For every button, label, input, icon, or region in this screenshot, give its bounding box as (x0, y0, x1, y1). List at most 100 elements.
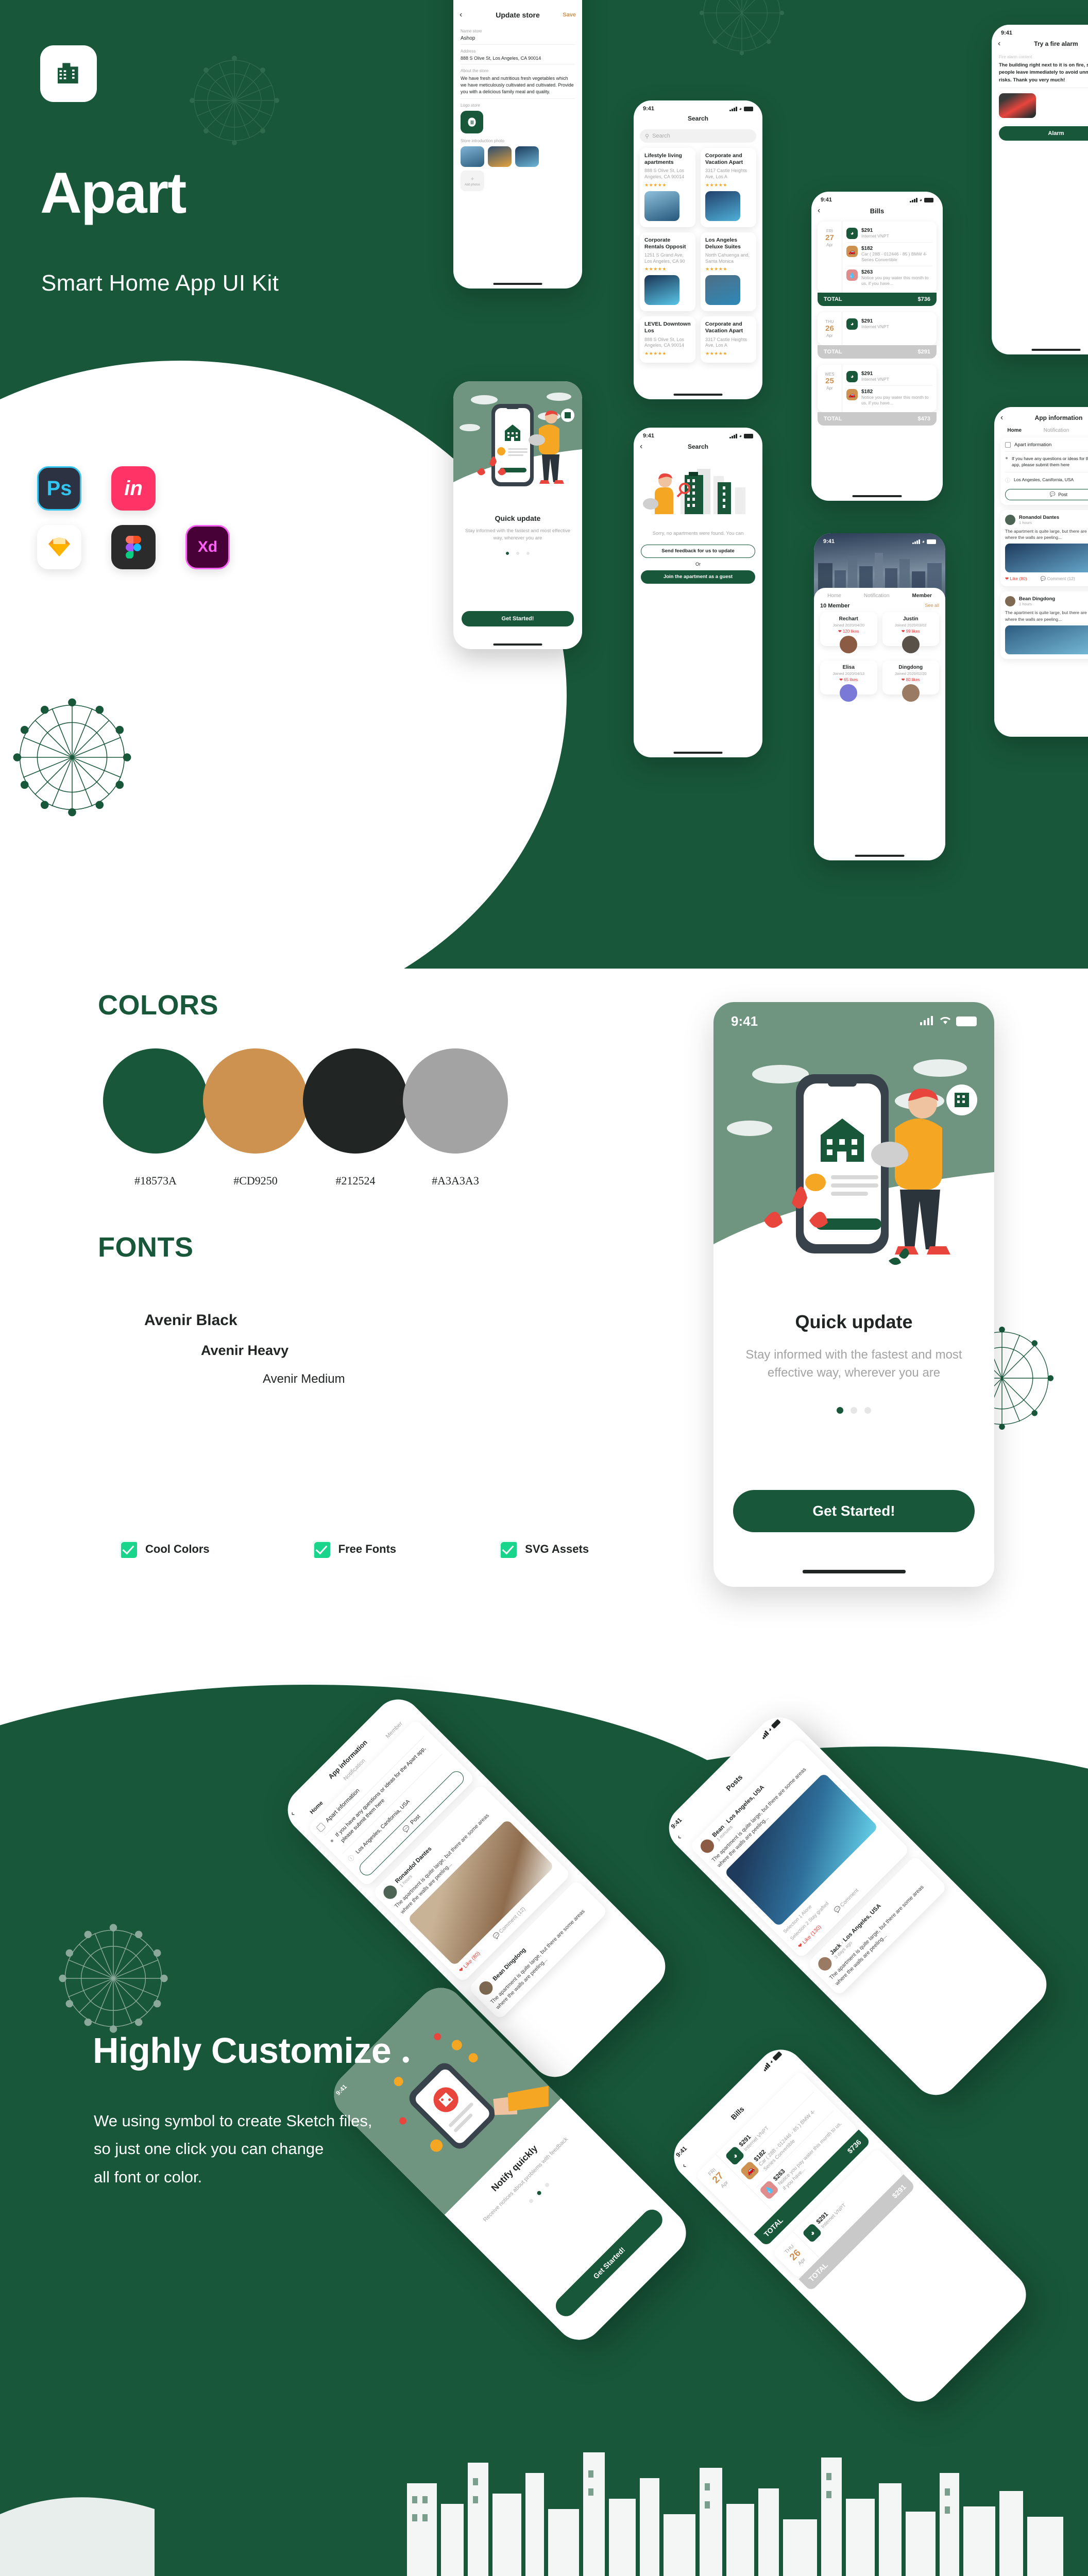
figma-icon[interactable] (111, 525, 156, 569)
checkbox-icon[interactable] (1005, 442, 1011, 448)
store-logo-icon[interactable] (461, 111, 483, 134)
comment-button[interactable]: 💬 Comment (12) (1041, 576, 1075, 582)
bill-item[interactable]: ◕ $291 Internet VNPT (846, 225, 932, 243)
member-joined: Joined 2020/04/20 (832, 623, 865, 628)
dot-active[interactable] (536, 2190, 542, 2196)
tab-notification[interactable]: Notification (1044, 428, 1069, 433)
store-photo[interactable] (515, 146, 539, 167)
sketch-icon[interactable] (37, 525, 81, 569)
bill-group: FRI 27 Apr ◕ $291 Internet VNPT 🚗 $182 C… (818, 222, 937, 293)
bill-item[interactable]: 🚗 $182 Car ( 28B - 012446 - 85 ) BMW 4-S… (846, 243, 932, 267)
feature-free-fonts: Free Fonts (312, 1540, 396, 1558)
fonts-heading: FONTS (98, 1232, 194, 1263)
apartment-card[interactable]: Los Angeles Deluxe Suites North Cahuenga… (701, 232, 756, 312)
phone-member: 9:41 ◕ Home Notification Member 10 Membe… (814, 533, 945, 860)
chevron-left-icon[interactable]: ‹ (680, 2162, 688, 2170)
chevron-left-icon[interactable]: ‹ (818, 206, 820, 215)
chevron-left-icon[interactable]: ‹ (460, 10, 462, 20)
field-label: Address (461, 49, 476, 54)
member-card[interactable]: Elisa Joined 2020/04/13 ❤ 65 likes (820, 660, 877, 702)
color-swatch: #CD9250 (203, 1048, 308, 1188)
dot[interactable] (544, 2182, 550, 2188)
tab-home[interactable]: Home (1007, 428, 1022, 433)
member-card[interactable]: Rechart Joined 2020/04/20 ❤ 120 likes (820, 612, 877, 653)
member-tabs[interactable]: Home Notification Member (814, 588, 945, 602)
font-sample-medium: Avenir Medium (263, 1372, 345, 1386)
bill-item[interactable]: 💧 $263 Notice you pay water this month t… (846, 266, 932, 290)
bill-month: Apr (826, 243, 833, 247)
phone-app-information: ‹ App information Home Notification Memb… (994, 407, 1088, 737)
battery-icon (744, 106, 753, 111)
post-card[interactable]: Bean Dingdong 1 hours The apartment is q… (1000, 591, 1088, 659)
showcase-pagination[interactable] (713, 1406, 994, 1414)
photoshop-icon[interactable]: Ps (37, 466, 81, 511)
field-value[interactable]: We have fresh and nutritious fresh veget… (461, 73, 575, 99)
wifi-icon: ◕ (739, 433, 742, 438)
apartment-card[interactable]: Corporate and Vacation Apart 3317 Castle… (701, 316, 756, 363)
apartment-card[interactable]: LEVEL Downtown Los 888 S Olive St, Los A… (640, 316, 695, 363)
like-button[interactable]: ❤ Like (80) (1005, 576, 1027, 582)
fire-photo[interactable] (999, 93, 1036, 118)
post-button[interactable]: 💬 Post (1005, 488, 1088, 500)
post-image[interactable] (1005, 625, 1088, 654)
chevron-left-icon[interactable]: ‹ (1000, 413, 1003, 422)
add-photos-button[interactable]: + Add photos (461, 171, 484, 192)
apartment-card[interactable]: Lifestyle living apartments 888 S Olive … (640, 148, 695, 227)
bill-amount: $182 (861, 389, 873, 395)
search-input[interactable]: ⚲ Search (640, 129, 756, 143)
member-card[interactable]: Dingdong Joined 2020/02/20 ❤ 80 likes (882, 660, 939, 702)
bill-total-row: TOTAL $473 (818, 412, 937, 426)
pagination-dots[interactable] (453, 551, 582, 555)
dot[interactable] (528, 2198, 534, 2204)
onboarding-subtitle: Stay informed with the fastest and most … (465, 528, 571, 541)
member-card[interactable]: Justin Joined 2020/03/02 ❤ 99 likes (882, 612, 939, 653)
save-button[interactable]: Save (563, 12, 576, 18)
check-icon (312, 1540, 330, 1558)
tab-notification[interactable]: Notification (864, 593, 889, 599)
chevron-left-icon[interactable]: ‹ (640, 442, 642, 451)
tab-member[interactable]: Member (912, 593, 932, 599)
post-card[interactable]: Ronandol Dantes 1 hours The apartment is… (1000, 510, 1088, 587)
field-label: Logo store (461, 103, 480, 108)
post-time: 1 hours (1019, 602, 1032, 607)
check-icon (120, 1540, 137, 1558)
store-photo[interactable] (488, 146, 512, 167)
apartment-card[interactable]: Corporate Rentals Opposit 1251 S Grand A… (640, 232, 695, 312)
chevron-left-icon[interactable]: ‹ (998, 39, 1000, 48)
dot-active[interactable] (837, 1406, 843, 1414)
field-value[interactable]: Ashop (461, 33, 575, 45)
invision-icon[interactable]: in (111, 466, 156, 511)
chevron-left-icon[interactable]: ‹ (288, 1810, 297, 1818)
dot[interactable] (516, 551, 519, 555)
dot[interactable] (526, 551, 530, 555)
bill-item[interactable]: ◕ $291 Internet VNPT (846, 315, 932, 333)
chevron-left-icon[interactable]: ‹ (675, 1833, 684, 1841)
dot[interactable] (864, 1406, 871, 1414)
adobe-xd-icon[interactable]: Xd (185, 525, 230, 569)
battery-icon (924, 197, 933, 202)
join-guest-button[interactable]: Join the apartment as a guest (641, 570, 755, 584)
see-all-link[interactable]: See all (925, 603, 939, 609)
apartment-card[interactable]: Corporate and Vacation Apart 3317 Castle… (701, 148, 756, 227)
tab-home[interactable]: Home (827, 593, 841, 599)
get-started-button[interactable]: Get Started! (462, 611, 574, 626)
rating-stars: ★★★★★ (644, 266, 667, 272)
get-started-button[interactable]: Get Started! (733, 1490, 975, 1532)
app-logo (40, 45, 97, 102)
post-image[interactable] (1005, 544, 1088, 573)
bill-item[interactable]: 🚗 $182 Notice you pay water this month t… (846, 386, 932, 409)
bill-item[interactable]: ◕ $291 Internet VNPT (846, 368, 932, 386)
dot-active[interactable] (506, 551, 509, 555)
store-photo[interactable] (461, 146, 484, 167)
battery-icon (927, 539, 936, 544)
showcase-subtitle: Stay informed with the fastest and most … (745, 1348, 962, 1380)
fire-alarm-content[interactable]: The building right next to it is on fire… (999, 62, 1088, 88)
alarm-button[interactable]: Alarm (999, 126, 1088, 141)
checkbox-icon[interactable] (316, 1822, 326, 1833)
bill-group: THU 26 Apr ◕ $291 Internet VNPT (818, 312, 937, 346)
field-value[interactable]: 888 S Olive St, Los Angeles, CA 90014 (461, 54, 575, 64)
dot[interactable] (851, 1406, 857, 1414)
feature-cool-colors: Cool Colors (120, 1540, 210, 1558)
post-text: The apartment is quite large, but there … (1005, 528, 1088, 540)
send-feedback-button[interactable]: Send feedback for us to update (641, 544, 755, 558)
